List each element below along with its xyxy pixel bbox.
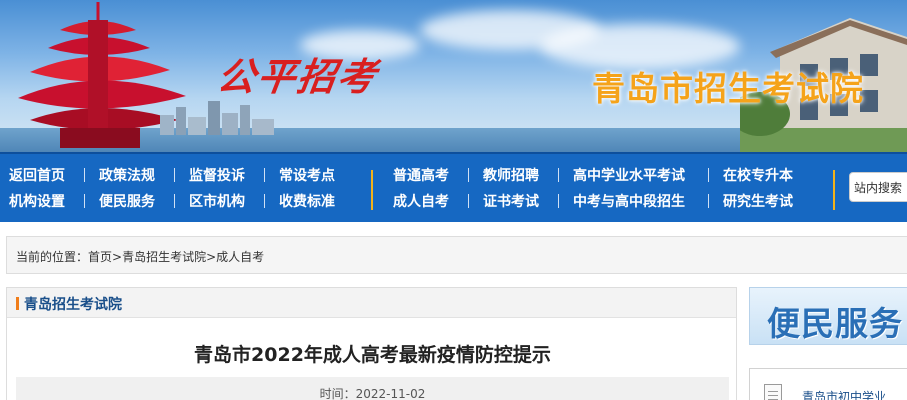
- nav-group-divider: [833, 170, 835, 210]
- nav-item-complaint[interactable]: 监督投诉: [189, 165, 245, 185]
- site-search-input[interactable]: 站内搜索: [849, 172, 907, 202]
- panel-header: 青岛招生考试院: [7, 288, 736, 318]
- nav-separator: [264, 194, 265, 208]
- nav-separator: [708, 168, 709, 182]
- main-nav: 返回首页 政策法规 监督投诉 常设考点 普通高考 教师招聘 高中学业水平考试 在…: [0, 152, 907, 222]
- nav-item-teacher-recruit[interactable]: 教师招聘: [483, 165, 539, 185]
- breadcrumb-section-link[interactable]: 青岛招生考试院: [122, 250, 206, 264]
- nav-item-home[interactable]: 返回首页: [9, 165, 65, 185]
- header-banner: 公平招考 青岛市招生考试院: [0, 0, 907, 152]
- nav-item-gaokao[interactable]: 普通高考: [393, 165, 449, 185]
- sidebar-link[interactable]: 青岛市初中学业: [802, 388, 886, 400]
- breadcrumb-prefix: 当前的位置：: [16, 250, 89, 264]
- breadcrumb-separator: >: [112, 250, 123, 264]
- nav-separator: [174, 168, 175, 182]
- nav-item-exam-sites[interactable]: 常设考点: [279, 165, 335, 185]
- nav-item-policy[interactable]: 政策法规: [99, 165, 155, 185]
- article-title: 青岛市2022年成人高考最新疫情防控提示: [194, 344, 551, 366]
- nav-separator: [264, 168, 265, 182]
- nav-item-zhongkao[interactable]: 中考与高中段招生: [573, 191, 685, 211]
- nav-separator: [174, 194, 175, 208]
- site-title: 青岛市招生考试院: [592, 69, 864, 108]
- nav-item-academic-level[interactable]: 高中学业水平考试: [573, 165, 685, 185]
- nav-separator: [708, 194, 709, 208]
- article-meta: 时间：2022-11-02: [16, 377, 729, 400]
- document-icon: [764, 384, 782, 400]
- breadcrumb: 当前的位置：首页>青岛招生考试院>成人自考: [6, 236, 907, 274]
- publish-time-value: 2022-11-02: [355, 387, 426, 400]
- fair-exam-calligraphy: 公平招考: [214, 54, 381, 99]
- panel-accent-bar: [16, 297, 19, 310]
- nav-item-fees[interactable]: 收费标准: [279, 191, 335, 211]
- nav-item-certificate[interactable]: 证书考试: [483, 191, 539, 211]
- convenience-service-text: 便民服务: [767, 304, 903, 343]
- article-panel: 青岛招生考试院 青岛市2022年成人高考最新疫情防控提示 时间：2022-11-…: [6, 287, 737, 400]
- breadcrumb-current-link[interactable]: 成人自考: [216, 250, 264, 264]
- nav-item-upgrade[interactable]: 在校专升本: [723, 165, 793, 185]
- nav-item-postgraduate[interactable]: 研究生考试: [723, 191, 793, 211]
- city-skyline: [160, 101, 274, 135]
- publish-time-label: 时间：: [319, 387, 356, 400]
- nav-separator: [84, 168, 85, 182]
- nav-separator: [468, 194, 469, 208]
- panel-title: 青岛招生考试院: [24, 297, 122, 313]
- nav-item-district[interactable]: 区市机构: [189, 191, 245, 211]
- nav-separator: [84, 194, 85, 208]
- breadcrumb-separator: >: [206, 250, 217, 264]
- breadcrumb-home-link[interactable]: 首页: [88, 250, 112, 264]
- nav-item-services[interactable]: 便民服务: [99, 191, 155, 211]
- nav-separator: [468, 168, 469, 182]
- nav-item-organization[interactable]: 机构设置: [9, 191, 65, 211]
- nav-item-adult-exam[interactable]: 成人自考: [393, 191, 449, 211]
- sidebar-list: 青岛市初中学业: [749, 368, 907, 400]
- nav-group-divider: [371, 170, 373, 210]
- convenience-service-banner[interactable]: 便民服务: [749, 287, 907, 345]
- nav-separator: [558, 194, 559, 208]
- nav-separator: [558, 168, 559, 182]
